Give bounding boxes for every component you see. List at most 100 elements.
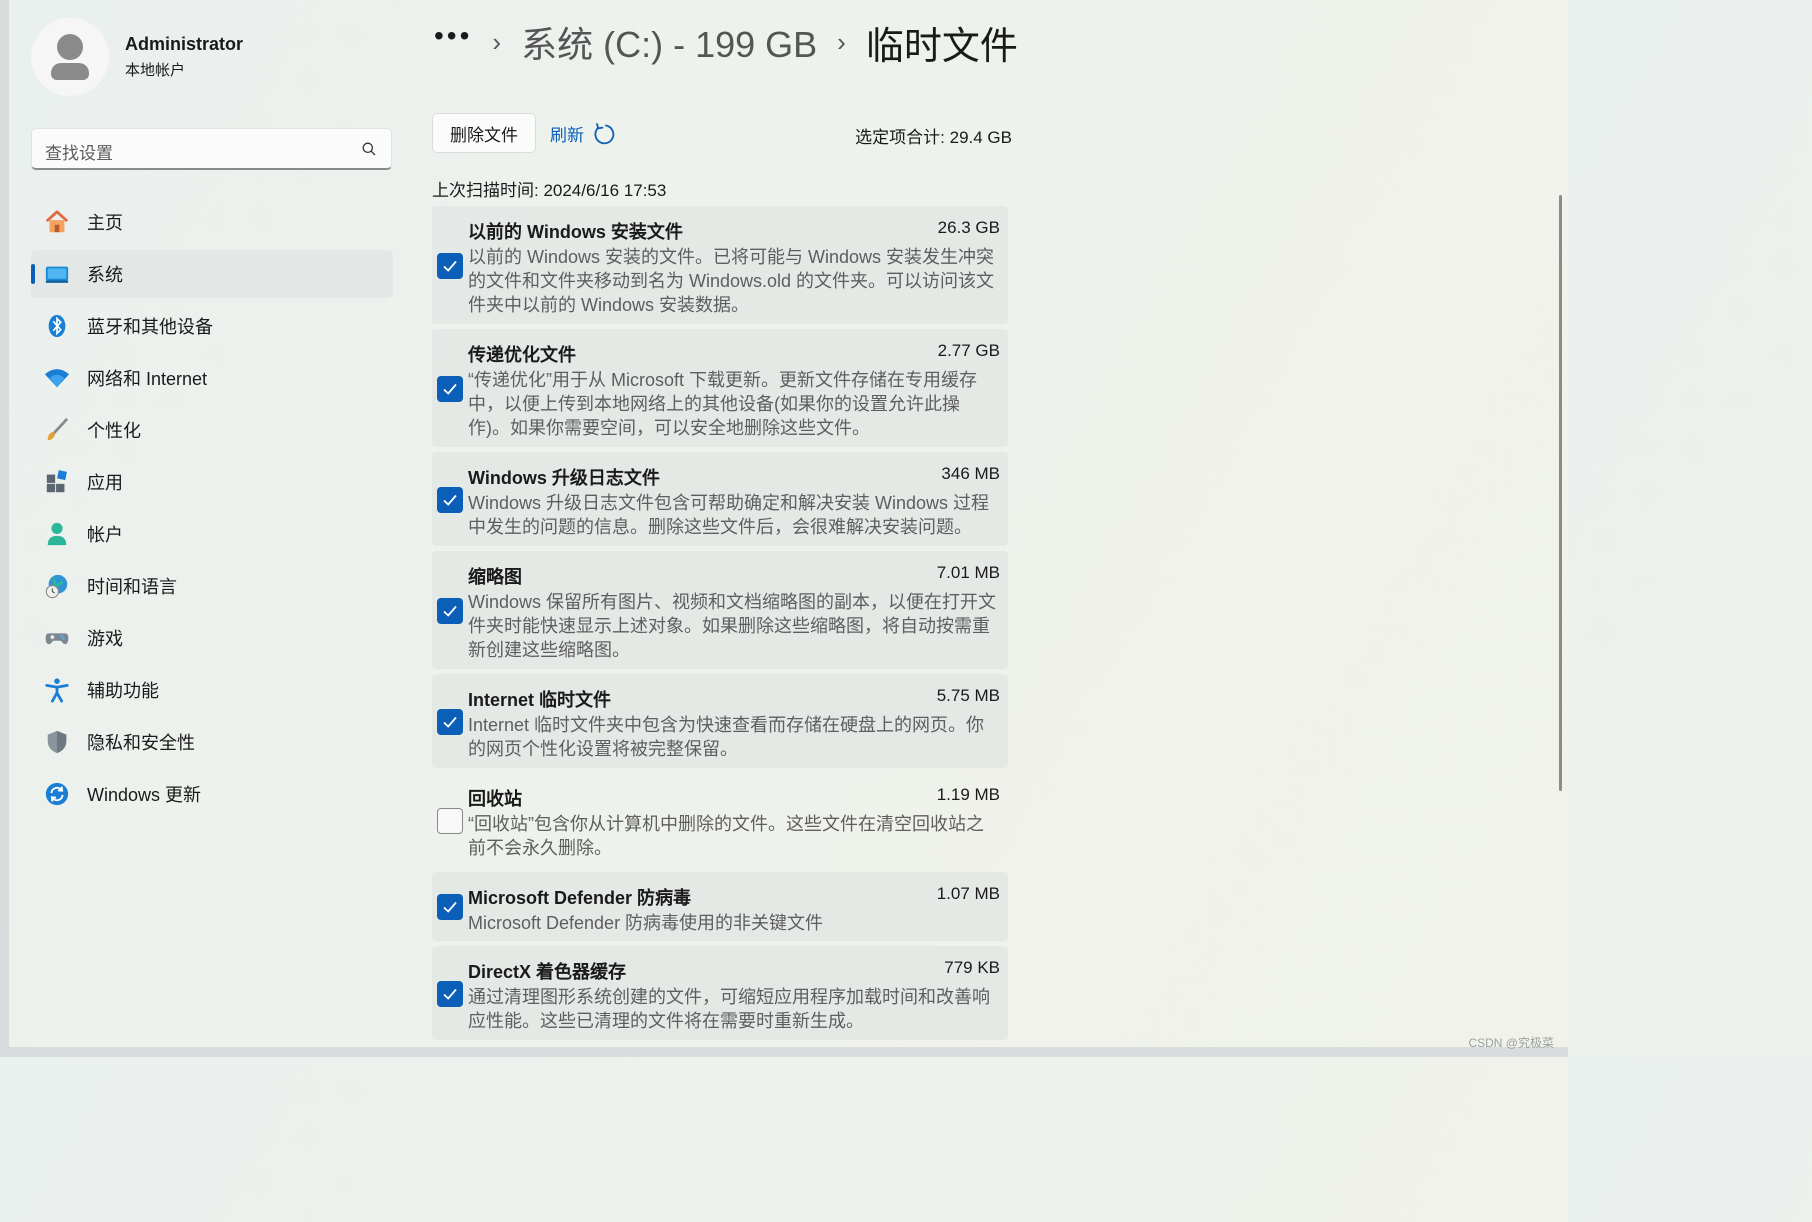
checkbox-checked[interactable]: [437, 253, 463, 279]
list-item[interactable]: 缩略图 7.01 MB Windows 保留所有图片、视频和文档缩略图的副本，以…: [432, 551, 1008, 669]
checkbox-checked[interactable]: [437, 487, 463, 513]
sidebar-item-personalization[interactable]: 个性化: [31, 406, 393, 454]
item-size: 779 KB: [944, 958, 1000, 977]
checkbox-checked[interactable]: [437, 709, 463, 735]
checkbox-unchecked[interactable]: [437, 808, 463, 834]
breadcrumb-drive-link[interactable]: 系统 (C:) - 199 GB: [521, 16, 817, 68]
refresh-label: 刷新: [550, 126, 584, 145]
refresh-button[interactable]: 刷新: [550, 121, 616, 146]
item-size: 7.01 MB: [936, 563, 1000, 582]
item-title: Internet 临时文件: [468, 690, 612, 710]
window-left-border: [0, 0, 9, 1057]
profile-subtitle: 本地帐户: [125, 62, 186, 79]
window-bottom-border: [0, 1047, 1568, 1057]
item-size: 2.77 GB: [937, 341, 1000, 360]
home-icon: [44, 209, 70, 235]
watermark: CSDN @究极菜: [1468, 1036, 1554, 1050]
sidebar-item-system[interactable]: 系统: [31, 250, 393, 298]
item-title: 回收站: [468, 789, 522, 809]
item-description: “传递优化”用于从 Microsoft 下载更新。更新文件存储在专用缓存中，以便…: [468, 370, 977, 438]
sidebar-item-time-language[interactable]: 时间和语言: [31, 562, 393, 610]
checkbox-checked[interactable]: [437, 981, 463, 1007]
item-size: 5.75 MB: [936, 686, 1000, 705]
checkmark-icon: [443, 383, 457, 395]
sidebar-item-label: 时间和语言: [87, 577, 177, 597]
sidebar-item-label: 帐户: [87, 525, 123, 545]
checkmark-icon: [443, 716, 457, 728]
list-item[interactable]: 传递优化文件 2.77 GB “传递优化”用于从 Microsoft 下载更新。…: [432, 329, 1008, 447]
toolbar: 删除文件 刷新 选定项合计: 29.4 GB: [432, 113, 1012, 153]
sidebar-item-accessibility[interactable]: 辅助功能: [31, 666, 393, 714]
item-description: 通过清理图形系统创建的文件，可缩短应用程序加载时间和改善响应性能。这些已清理的文…: [468, 987, 990, 1031]
search-icon[interactable]: [362, 142, 376, 156]
list-item[interactable]: Internet 临时文件 5.75 MB Internet 临时文件夹中包含为…: [432, 674, 1008, 768]
sidebar-item-windows-update[interactable]: Windows 更新: [31, 770, 393, 818]
sidebar-item-label: Windows 更新: [87, 785, 202, 805]
sidebar-item-label: 个性化: [87, 421, 141, 441]
item-description: “回收站”包含你从计算机中删除的文件。这些文件在清空回收站之前不会永久删除。: [468, 814, 984, 858]
shield-icon: [44, 729, 70, 755]
sidebar-item-label: 隐私和安全性: [87, 733, 195, 753]
gamepad-icon: [44, 625, 70, 651]
system-icon: [44, 261, 70, 287]
user-profile[interactable]: Administrator 本地帐户: [31, 18, 243, 96]
refresh-icon: [594, 122, 615, 144]
nav-list: 主页 系统 蓝牙和其他设备 网络和 Internet 个性化 应用 帐户 时间和…: [31, 198, 393, 822]
sidebar-item-gaming[interactable]: 游戏: [31, 614, 393, 662]
selected-total: 选定项合计: 29.4 GB: [855, 128, 1012, 147]
sidebar-item-privacy[interactable]: 隐私和安全性: [31, 718, 393, 766]
brush-icon: [44, 417, 70, 443]
item-description: Microsoft Defender 防病毒使用的非关键文件: [468, 913, 824, 933]
breadcrumb-overflow-button[interactable]: •••: [434, 20, 472, 52]
item-title: 传递优化文件: [468, 345, 576, 365]
list-item[interactable]: DirectX 着色器缓存 779 KB 通过清理图形系统创建的文件，可缩短应用…: [432, 946, 1008, 1040]
sidebar-item-network[interactable]: 网络和 Internet: [31, 354, 393, 402]
item-size: 346 MB: [941, 464, 1000, 483]
breadcrumb: ••• › 系统 (C:) - 199 GB › 临时文件: [434, 14, 1018, 70]
sidebar-item-bluetooth[interactable]: 蓝牙和其他设备: [31, 302, 393, 350]
list-item[interactable]: Microsoft Defender 防病毒 1.07 MB Microsoft…: [432, 872, 1008, 941]
list-item[interactable]: 回收站 1.19 MB “回收站”包含你从计算机中删除的文件。这些文件在清空回收…: [432, 773, 1008, 867]
search-input[interactable]: 查找设置: [31, 128, 392, 170]
profile-name: Administrator: [125, 34, 244, 54]
item-title: 缩略图: [468, 567, 522, 587]
sidebar-item-accounts[interactable]: 帐户: [31, 510, 393, 558]
accessibility-icon: [44, 677, 70, 703]
checkmark-icon: [443, 494, 457, 506]
apps-icon: [44, 469, 70, 495]
sidebar-item-label: 系统: [87, 265, 123, 285]
account-icon: [44, 521, 70, 547]
checkbox-checked[interactable]: [437, 598, 463, 624]
checkmark-icon: [443, 901, 457, 913]
sidebar-item-label: 应用: [87, 473, 123, 493]
sidebar-item-label: 网络和 Internet: [87, 369, 208, 389]
item-description: 以前的 Windows 安装的文件。已将可能与 Windows 安装发生冲突的文…: [468, 247, 995, 315]
sidebar-item-apps[interactable]: 应用: [31, 458, 393, 506]
sidebar-item-label: 主页: [87, 213, 123, 233]
checkmark-icon: [443, 988, 457, 1000]
delete-files-button[interactable]: 删除文件: [432, 113, 536, 153]
bluetooth-icon: [44, 313, 70, 339]
checkbox-checked[interactable]: [437, 376, 463, 402]
sidebar-item-label: 游戏: [87, 629, 123, 649]
item-size: 26.3 GB: [937, 218, 1000, 237]
last-scan-time: 上次扫描时间: 2024/6/16 17:53: [432, 181, 667, 200]
avatar[interactable]: [31, 18, 109, 96]
checkmark-icon: [443, 605, 457, 617]
sidebar: Administrator 本地帐户 查找设置 主页 系统 蓝牙和其他设备 网络…: [9, 0, 409, 1047]
sidebar-item-home[interactable]: 主页: [31, 198, 393, 246]
checkmark-icon: [443, 260, 457, 272]
sidebar-item-label: 蓝牙和其他设备: [87, 317, 213, 337]
update-icon: [44, 781, 70, 807]
scrollbar[interactable]: [1559, 195, 1562, 791]
item-description: Windows 保留所有图片、视频和文档缩略图的副本，以便在打开文件夹时能快速显…: [468, 592, 997, 660]
item-size: 1.19 MB: [936, 785, 1000, 804]
item-title: DirectX 着色器缓存: [468, 962, 627, 982]
list-item[interactable]: 以前的 Windows 安装文件 26.3 GB 以前的 Windows 安装的…: [432, 206, 1008, 324]
item-size: 1.07 MB: [936, 884, 1000, 903]
globe-clock-icon: [44, 573, 70, 599]
checkbox-checked[interactable]: [437, 894, 463, 920]
wifi-icon: [44, 365, 70, 391]
item-description: Windows 升级日志文件包含可帮助确定和解决安装 Windows 过程中发生…: [468, 493, 990, 537]
list-item[interactable]: Windows 升级日志文件 346 MB Windows 升级日志文件包含可帮…: [432, 452, 1008, 546]
